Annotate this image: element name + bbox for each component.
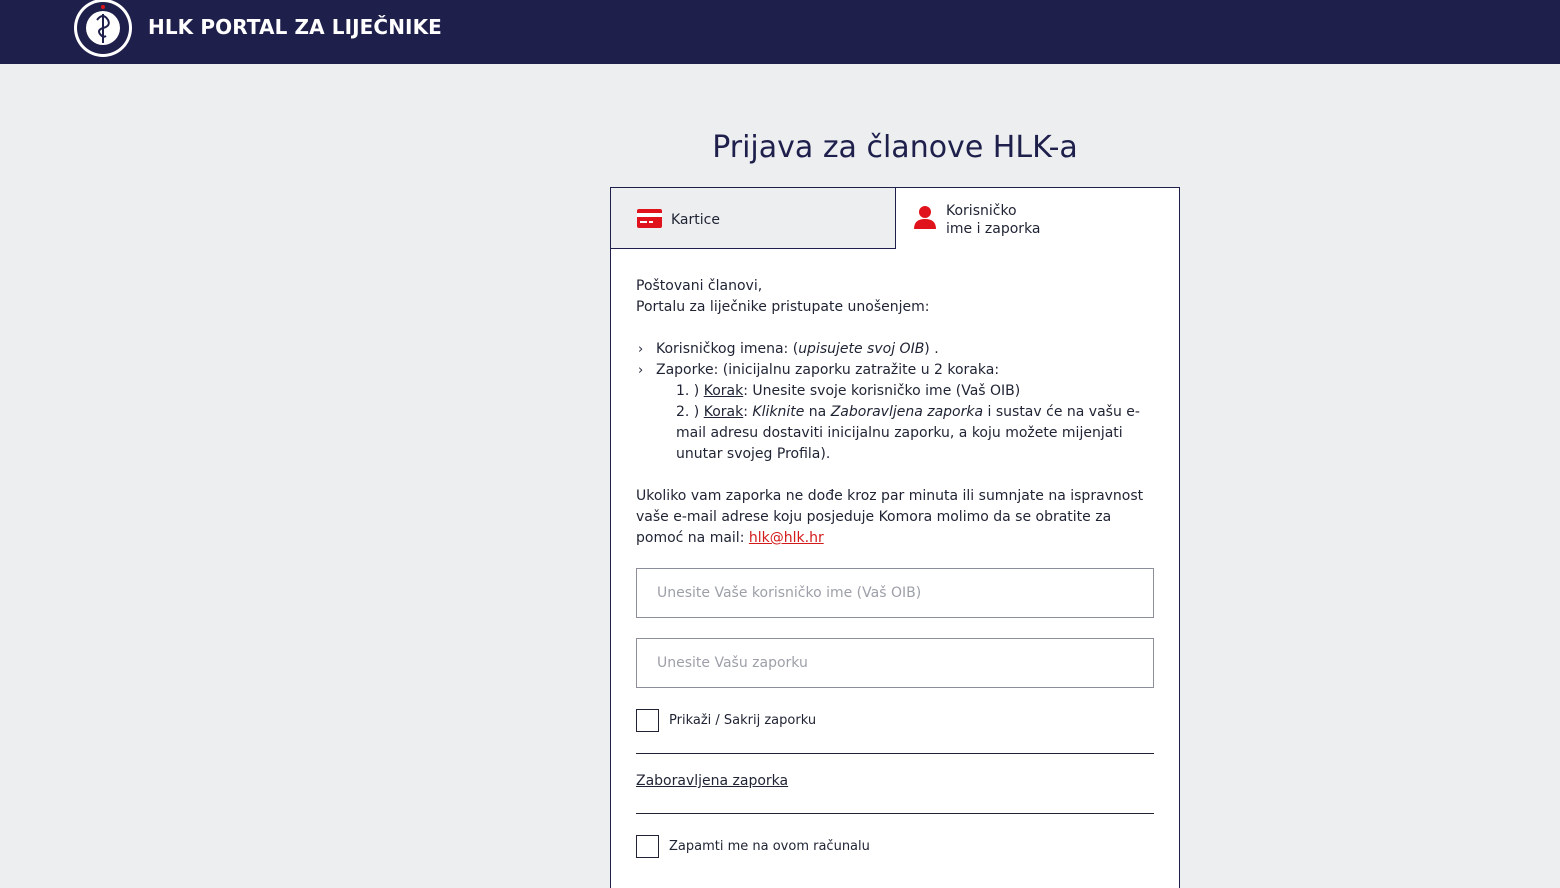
greeting: Poštovani članovi, — [636, 278, 763, 294]
list-item: › Zaporke: (inicijalnu zaporku zatražite … — [636, 360, 1156, 381]
page-title: Prijava za članove HLK-a — [712, 130, 1078, 165]
remember-me-checkbox[interactable] — [636, 835, 659, 858]
list-item: › Korisničkog imena: (upisujete svoj OIB)… — [636, 339, 1156, 360]
remember-me-label: Zapamti me na ovom računalu — [669, 839, 870, 854]
chevron-right-icon: › — [638, 342, 644, 357]
step-1: 1. ) Korak: Unesite svoje korisničko ime… — [676, 383, 1021, 399]
password-input[interactable] — [636, 638, 1154, 688]
help-email-link[interactable]: hlk@hlk.hr — [749, 530, 824, 546]
portal-title[interactable]: HLK PORTAL ZA LIJEČNIKE — [148, 15, 442, 39]
chevron-right-icon: › — [638, 363, 644, 378]
tab-korisnicko-ime[interactable]: Korisničko ime i zaporka — [896, 188, 1179, 249]
hlk-seal-logo[interactable] — [73, 0, 133, 58]
tab-korisnicko-ime-label: Korisničko ime i zaporka — [946, 203, 1041, 237]
show-password-label: Prikaži / Sakrij zaporku — [669, 713, 817, 728]
username-input[interactable] — [636, 568, 1154, 618]
tab-kartice[interactable]: Kartice — [611, 188, 896, 249]
help-text: Ukoliko vam zaporka ne dođe kroz par min… — [636, 488, 1144, 546]
user-icon — [914, 206, 936, 229]
divider — [636, 753, 1154, 754]
forgot-password-link[interactable]: Zaboravljena zaporka — [636, 773, 788, 789]
tab-kartice-label: Kartice — [671, 212, 720, 228]
top-navigation-bar: HLK PORTAL ZA LIJEČNIKE — [0, 0, 1560, 64]
show-password-checkbox[interactable] — [636, 709, 659, 732]
info-text: Poštovani članovi, Portalu za liječnike … — [636, 276, 1156, 549]
step-2: 2. ) Korak: Kliknite na Zaboravljena zap… — [676, 404, 1140, 462]
remember-me-toggle[interactable]: Zapamti me na ovom računalu — [636, 835, 870, 858]
credit-card-icon — [637, 209, 662, 228]
intro: Portalu za liječnike pristupate unošenje… — [636, 299, 930, 315]
show-password-toggle[interactable]: Prikaži / Sakrij zaporku — [636, 709, 816, 732]
divider — [636, 813, 1154, 814]
login-card: Kartice Korisničko ime i zaporka Poštovan… — [610, 187, 1180, 888]
